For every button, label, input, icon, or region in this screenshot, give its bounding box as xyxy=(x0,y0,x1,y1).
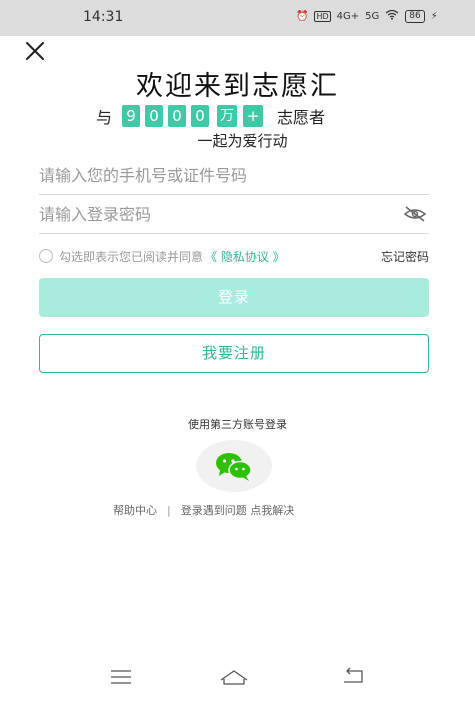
wifi-icon xyxy=(385,9,399,23)
navigation-bar xyxy=(0,662,475,692)
count-digit: 0 xyxy=(168,105,187,127)
page-subtitle: 一起为爱行动 xyxy=(197,132,288,150)
password-field xyxy=(39,197,429,234)
wechat-icon xyxy=(216,453,252,481)
agree-text: 勾选即表示您已阅读并同意 xyxy=(59,249,204,264)
count-suffix: 志愿者 xyxy=(277,108,326,127)
count-plus: + xyxy=(243,105,264,127)
count-digit: 0 xyxy=(191,105,210,127)
close-icon[interactable] xyxy=(24,40,46,62)
wechat-login-button[interactable] xyxy=(196,440,272,492)
count-unit: 万 xyxy=(217,105,238,127)
eye-hidden-icon[interactable] xyxy=(403,205,427,223)
volunteer-count: 与 9 0 0 0 万 + 志愿者 xyxy=(96,104,325,128)
status-time: 14:31 xyxy=(83,9,124,25)
help-row: 帮助中心 | 登录遇到问题 点我解决 xyxy=(113,502,294,518)
login-button[interactable]: 登录 xyxy=(39,278,429,317)
account-field xyxy=(39,158,429,195)
agree-checkbox[interactable] xyxy=(39,249,53,263)
status-bar: 14:31 ⏰ HD 4G+ 5G 86 ⚡ xyxy=(0,0,475,36)
back-icon[interactable] xyxy=(341,667,365,685)
5g-signal-icon: 5G xyxy=(365,10,380,22)
menu-icon[interactable] xyxy=(110,670,132,684)
forgot-password-link[interactable]: 忘记密码 xyxy=(381,248,429,265)
password-input[interactable] xyxy=(39,197,379,231)
home-icon[interactable] xyxy=(219,668,249,686)
count-digit: 9 xyxy=(122,105,141,127)
count-prefix: 与 xyxy=(96,108,113,127)
status-icons: ⏰ HD 4G+ 5G 86 ⚡ xyxy=(296,9,438,23)
register-button[interactable]: 我要注册 xyxy=(39,334,429,373)
account-input[interactable] xyxy=(39,158,379,192)
count-digit: 0 xyxy=(145,105,164,127)
hd-icon: HD xyxy=(314,10,331,22)
4g-signal-icon: 4G+ xyxy=(336,10,360,22)
battery-icon: 86 xyxy=(405,9,425,23)
page-title: 欢迎来到志愿汇 xyxy=(136,71,339,102)
alarm-icon: ⏰ xyxy=(296,10,309,22)
help-separator: | xyxy=(167,503,171,517)
third-party-label: 使用第三方账号登录 xyxy=(188,418,287,431)
help-center-link[interactable]: 帮助中心 xyxy=(113,502,157,518)
charging-icon: ⚡ xyxy=(430,10,438,22)
privacy-link[interactable]: 《 隐私协议 》 xyxy=(205,248,285,265)
login-issue-link[interactable]: 登录遇到问题 点我解决 xyxy=(181,502,295,518)
agreement-row: 勾选即表示您已阅读并同意 《 隐私协议 》 忘记密码 xyxy=(39,247,429,265)
